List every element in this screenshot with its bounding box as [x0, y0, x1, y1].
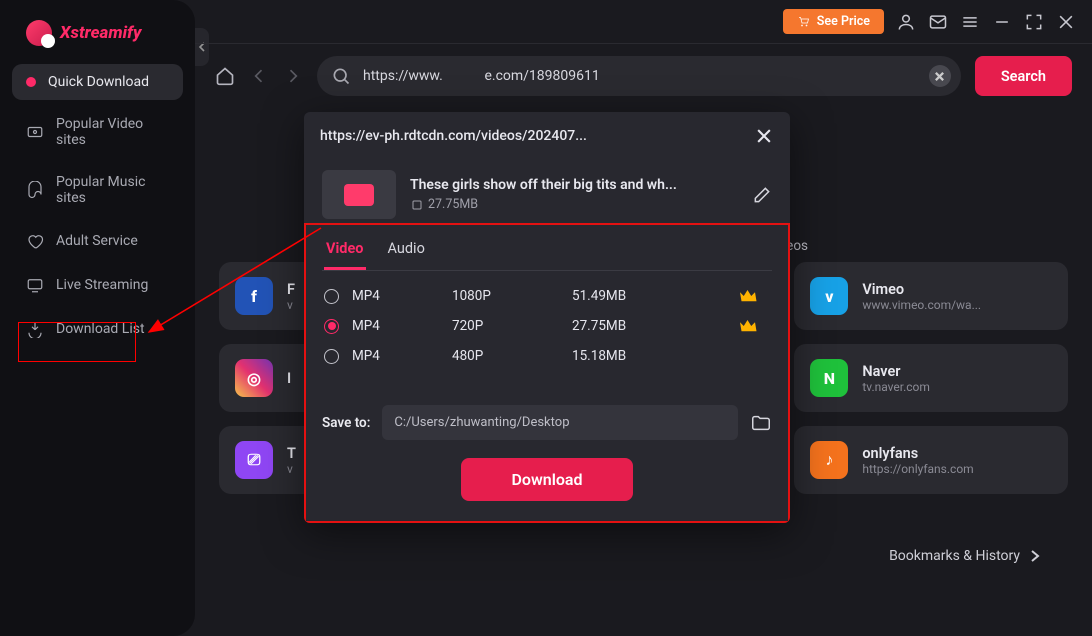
video-sites-icon — [26, 123, 44, 141]
home-icon[interactable] — [215, 66, 235, 86]
vimeo-icon: v — [810, 277, 848, 315]
format-row-1080p[interactable]: MP4 1080P 51.49MB — [322, 281, 772, 311]
download-button[interactable]: Download — [461, 458, 632, 501]
see-price-button[interactable]: See Price — [783, 9, 884, 34]
sidebar-item-adult-service[interactable]: Adult Service — [12, 222, 183, 260]
browser-toolbar: Search — [195, 44, 1092, 108]
sidebar-item-live-streaming[interactable]: Live Streaming — [12, 266, 183, 304]
heart-icon — [26, 232, 44, 250]
chevron-right-icon — [1030, 549, 1040, 563]
sidebar: Xstreamify Quick Download Popular Video … — [0, 0, 195, 636]
format-row-720p[interactable]: MP4 720P 27.75MB — [322, 311, 772, 341]
save-to-label: Save to: — [322, 415, 370, 431]
titlebar: See Price — [195, 0, 1092, 44]
app-logo[interactable]: Xstreamify — [12, 20, 183, 46]
search-button[interactable]: Search — [975, 56, 1072, 96]
site-card-vimeo[interactable]: v Vimeowww.vimeo.com/wa... — [794, 262, 1068, 330]
minimize-icon[interactable] — [992, 12, 1012, 32]
url-input[interactable] — [317, 56, 961, 96]
menu-icon[interactable] — [960, 12, 980, 32]
logo-icon — [26, 20, 52, 46]
close-icon[interactable] — [1056, 12, 1076, 32]
back-icon[interactable] — [249, 66, 269, 86]
download-list-icon — [26, 320, 44, 338]
disk-icon — [410, 199, 424, 211]
x-icon — [934, 71, 945, 82]
dialog-source-url: https://ev-ph.rdtcdn.com/videos/202407..… — [320, 128, 587, 144]
format-row-480p[interactable]: MP4 480P 15.18MB — [322, 341, 772, 371]
quick-download-dot-icon — [26, 77, 36, 87]
sidebar-item-label: Download List — [56, 321, 145, 337]
media-title: These girls show off their big tits and … — [410, 177, 738, 193]
radio-icon — [324, 289, 339, 304]
sidebar-item-label: Adult Service — [56, 233, 138, 249]
radio-icon — [324, 349, 339, 364]
download-dialog: https://ev-ph.rdtcdn.com/videos/202407..… — [304, 112, 790, 523]
cart-icon — [797, 16, 811, 28]
facebook-icon: f — [235, 277, 273, 315]
media-size: 27.75MB — [410, 197, 738, 212]
close-icon[interactable] — [754, 126, 774, 146]
instagram-icon: ◎ — [235, 359, 273, 397]
tab-audio[interactable]: Audio — [386, 230, 427, 270]
save-path-field[interactable]: C:/Users/zhuwanting/Desktop — [382, 405, 738, 440]
site-card-onlyfans[interactable]: ♪ onlyfanshttps://onlyfans.com — [794, 426, 1068, 494]
brand-name: Xstreamify — [60, 23, 141, 43]
media-thumbnail — [322, 170, 396, 219]
media-info: These girls show off their big tits and … — [304, 160, 790, 223]
mail-icon[interactable] — [928, 12, 948, 32]
folder-icon[interactable] — [750, 412, 772, 434]
naver-icon: N — [810, 359, 848, 397]
site-card-naver[interactable]: N Navertv.naver.com — [794, 344, 1068, 412]
sidebar-item-download-list[interactable]: Download List — [12, 310, 183, 348]
crown-icon — [740, 289, 758, 303]
tab-video[interactable]: Video — [324, 230, 366, 270]
sidebar-item-quick-download[interactable]: Quick Download — [12, 64, 183, 100]
radio-icon — [324, 319, 339, 334]
search-icon — [331, 66, 351, 86]
music-sites-icon — [26, 181, 44, 199]
crown-icon — [740, 319, 758, 333]
sidebar-item-label: Quick Download — [48, 74, 149, 90]
dialog-body: Video Audio MP4 1080P 51.49MB MP4 720P 2… — [304, 223, 790, 523]
bookmarks-history-link[interactable]: Bookmarks & History — [889, 548, 1040, 564]
sidebar-item-label: Popular Video sites — [56, 116, 169, 148]
see-price-label: See Price — [817, 14, 870, 29]
clear-url-button[interactable] — [929, 65, 951, 87]
format-list: MP4 1080P 51.49MB MP4 720P 27.75MB MP4 4… — [322, 281, 772, 371]
account-icon[interactable] — [896, 12, 916, 32]
twitch-icon: ⎚ — [235, 441, 273, 479]
sidebar-item-popular-video[interactable]: Popular Video sites — [12, 106, 183, 158]
live-icon — [26, 276, 44, 294]
sidebar-item-label: Live Streaming — [56, 277, 148, 293]
forward-icon[interactable] — [283, 66, 303, 86]
maximize-icon[interactable] — [1024, 12, 1044, 32]
sidebar-item-popular-music[interactable]: Popular Music sites — [12, 164, 183, 216]
onlyfans-icon: ♪ — [810, 441, 848, 479]
sidebar-item-label: Popular Music sites — [56, 174, 169, 206]
edit-icon[interactable] — [752, 185, 772, 205]
